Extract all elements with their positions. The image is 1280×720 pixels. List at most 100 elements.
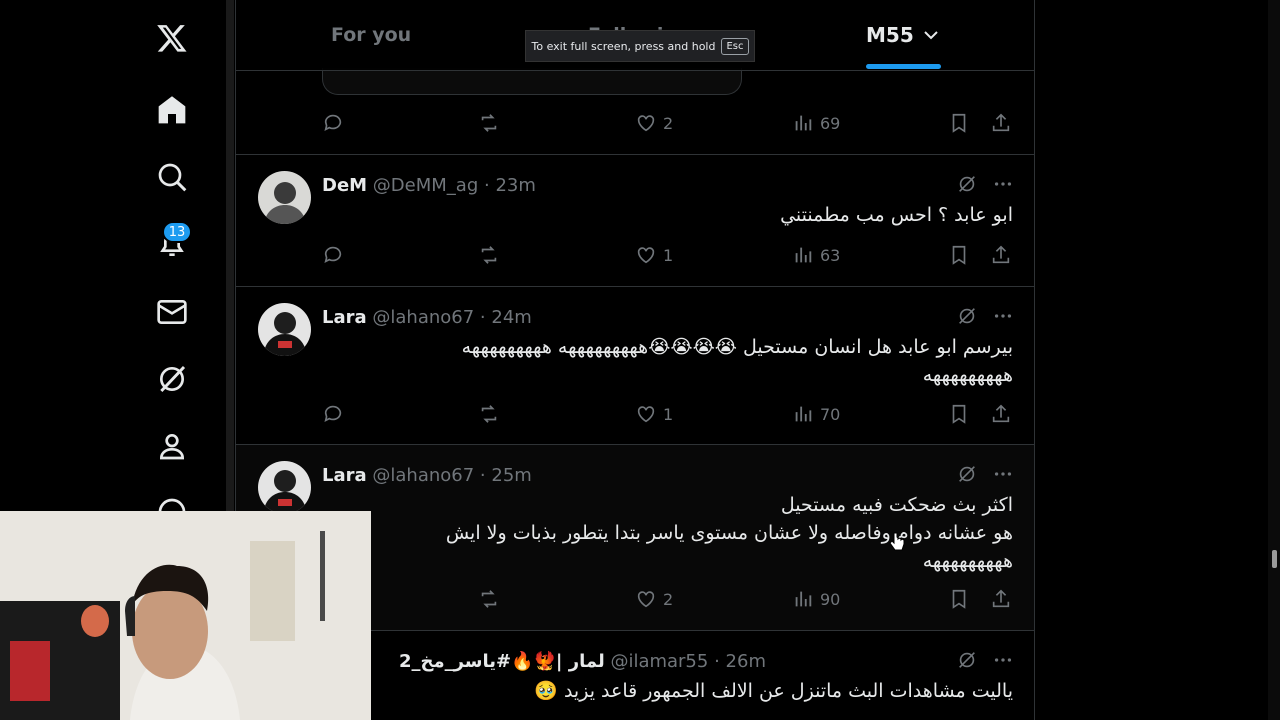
post[interactable]: 2 69: [236, 68, 1034, 155]
repost-icon[interactable]: [478, 112, 500, 134]
grok-icon[interactable]: [956, 649, 978, 671]
bookmark-icon[interactable]: [948, 112, 970, 134]
like-count: 1: [663, 245, 674, 265]
post[interactable]: DeM @DeMM_ag · 23m ابو عابد ؟ احس مب مطم…: [236, 155, 1034, 287]
like-count: 2: [663, 589, 674, 609]
view-count: 69: [820, 113, 841, 133]
views-bar-chart-icon: [795, 406, 812, 422]
views-button[interactable]: 70: [792, 403, 840, 425]
author-name[interactable]: لمار |🐦‍🔥🔥#ياسر_مخ_2: [399, 651, 605, 672]
like-count: 1: [663, 404, 674, 424]
bookmark-icon[interactable]: [948, 403, 970, 425]
toast-message: To exit full screen, press and hold: [531, 39, 716, 53]
hand-cursor-icon: [889, 532, 905, 556]
messages-envelope-icon[interactable]: [150, 290, 194, 334]
page-scrollbar[interactable]: [1268, 0, 1280, 720]
author-handle[interactable]: @ilamar55: [610, 651, 708, 672]
post-text-line: هو عشانه دوام وفاصله ولا عشان مستوى ياسر…: [445, 522, 1013, 544]
post-media[interactable]: [322, 68, 742, 95]
grok-icon[interactable]: [150, 357, 194, 401]
like-button[interactable]: 2: [635, 112, 673, 134]
post-time[interactable]: 24m: [491, 307, 531, 328]
author-handle[interactable]: @lahano67: [372, 307, 474, 328]
avatar[interactable]: [258, 303, 311, 356]
author-handle[interactable]: @DeMM_ag: [373, 175, 478, 196]
post-top-icons: [956, 305, 1014, 327]
more-options-icon[interactable]: [992, 463, 1014, 485]
post-actions: 2 90: [322, 588, 1012, 614]
post-actions: 1 63: [322, 244, 1012, 270]
views-bar-chart-icon: [795, 247, 812, 263]
post-text-line: ياليت مشاهدات البث ماتنزل عن الالف الجمه…: [534, 680, 1013, 702]
heart-icon: [637, 115, 655, 132]
post-actions: 2 69: [322, 112, 1012, 138]
post-header: Lara @lahano67 · 25m: [322, 465, 532, 486]
author-name[interactable]: Lara: [322, 307, 367, 328]
search-icon[interactable]: [150, 155, 194, 199]
home-icon[interactable]: [150, 88, 194, 132]
views-button[interactable]: 69: [792, 112, 840, 134]
like-button[interactable]: 2: [635, 588, 673, 610]
view-count: 90: [820, 589, 841, 609]
heart-icon: [637, 591, 655, 608]
bookmark-icon[interactable]: [948, 588, 970, 610]
post-text: ياليت مشاهدات البث ماتنزل عن الالف الجمه…: [534, 677, 1013, 705]
repost-icon[interactable]: [478, 588, 500, 610]
reply-icon[interactable]: [322, 244, 344, 266]
grok-icon[interactable]: [956, 173, 978, 195]
views-button[interactable]: 90: [792, 588, 840, 610]
post-time[interactable]: 25m: [491, 465, 531, 486]
post-time[interactable]: 23m: [495, 175, 535, 196]
post-header: DeM @DeMM_ag · 23m: [322, 175, 536, 196]
post-text: اكثر بث ضحكت فبيه مستحيل هو عشانه دوام و…: [373, 491, 1013, 575]
separator-dot: ·: [483, 175, 490, 196]
x-logo-icon[interactable]: [150, 16, 194, 60]
avatar[interactable]: [258, 171, 311, 224]
author-name[interactable]: DeM: [322, 175, 367, 196]
chevron-down-icon: [924, 31, 938, 40]
post-text-line: اكثر بث ضحكت فبيه مستحيل: [780, 494, 1013, 516]
more-options-icon[interactable]: [992, 649, 1014, 671]
author-handle[interactable]: @lahano67: [372, 465, 474, 486]
share-icon[interactable]: [990, 588, 1012, 610]
author-name[interactable]: Lara: [322, 465, 367, 486]
scrollbar-thumb[interactable]: [1272, 550, 1277, 568]
post-actions: 1 70: [322, 403, 1012, 429]
post-time[interactable]: 26m: [726, 651, 766, 672]
post-text-line: هههههههههه: [922, 364, 1013, 386]
avatar[interactable]: [258, 461, 311, 514]
view-count: 63: [820, 245, 841, 265]
tab-m55[interactable]: M55: [866, 23, 940, 47]
views-button[interactable]: 63: [792, 244, 840, 266]
separator-dot: ·: [479, 465, 486, 486]
share-icon[interactable]: [990, 112, 1012, 134]
reply-icon[interactable]: [322, 403, 344, 425]
separator-dot: ·: [479, 307, 486, 328]
notification-count-badge: 13: [162, 221, 192, 243]
webcam-overlay: [0, 511, 371, 720]
like-button[interactable]: 1: [635, 244, 673, 266]
repost-icon[interactable]: [478, 244, 500, 266]
heart-icon: [637, 247, 655, 264]
post-header: لمار |🐦‍🔥🔥#ياسر_مخ_2 @ilamar55 · 26m: [399, 651, 766, 672]
post[interactable]: Lara @lahano67 · 24m بيرسم ابو عابد هل ا…: [236, 287, 1034, 445]
bookmark-icon[interactable]: [948, 244, 970, 266]
share-icon[interactable]: [990, 244, 1012, 266]
heart-icon: [637, 406, 655, 423]
more-options-icon[interactable]: [992, 173, 1014, 195]
profile-person-icon[interactable]: [150, 424, 194, 468]
grok-icon[interactable]: [956, 305, 978, 327]
like-button[interactable]: 1: [635, 403, 673, 425]
share-icon[interactable]: [990, 403, 1012, 425]
esc-key-hint: Esc: [721, 37, 749, 55]
selected-tab-indicator: [866, 64, 941, 69]
tab-for-you[interactable]: For you: [331, 24, 411, 46]
more-options-icon[interactable]: [992, 305, 1014, 327]
reply-icon[interactable]: [322, 112, 344, 134]
post-top-icons: [956, 649, 1014, 671]
views-bar-chart-icon: [795, 115, 812, 131]
views-bar-chart-icon: [795, 591, 812, 607]
grok-icon[interactable]: [956, 463, 978, 485]
post-top-icons: [956, 173, 1014, 195]
repost-icon[interactable]: [478, 403, 500, 425]
